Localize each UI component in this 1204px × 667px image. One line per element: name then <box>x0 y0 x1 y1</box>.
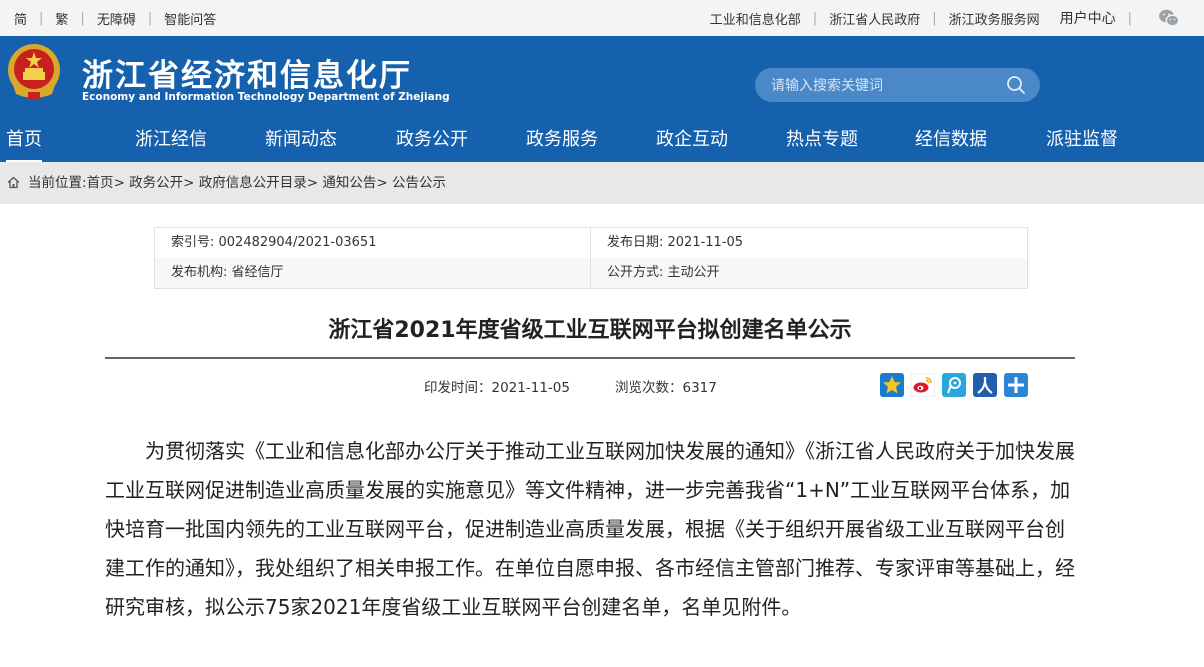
main-nav: 首页 浙江经信 新闻动态 政务公开 政务服务 政企互动 热点专题 经信数据 派驻… <box>0 124 1204 163</box>
breadcrumb-trail: 当前位置:首页> 政务公开> 政府信息公开目录> 通知公告> 公告公示 <box>28 175 446 191</box>
breadcrumb-info-catalog[interactable]: 政府信息公开目录 <box>199 175 307 191</box>
divider: | <box>147 10 153 26</box>
zj-government-link[interactable]: 浙江省人民政府 <box>829 9 920 28</box>
nav-news[interactable]: 新闻动态 <box>265 124 337 160</box>
nav-hot-topics[interactable]: 热点专题 <box>786 124 858 160</box>
site-title: 浙江省经济和信息化厅 <box>82 58 412 94</box>
article-title: 浙江省2021年度省级工业互联网平台拟创建名单公示 <box>328 318 852 343</box>
breadcrumb-prefix: 当前位置: <box>28 175 87 191</box>
meta-issuer: 发布机构: 省经信厅 <box>155 258 591 288</box>
top-left-links: 简 | 繁 | 无障碍 | 智能问答 <box>14 0 216 36</box>
breadcrumb-announcements[interactable]: 公告公示 <box>392 175 446 191</box>
view-count: 浏览次数：6317 <box>615 380 717 396</box>
search-box <box>755 68 1040 102</box>
breadcrumb: 当前位置:首页> 政务公开> 政府信息公开目录> 通知公告> 公告公示 <box>0 162 1204 204</box>
home-icon <box>7 176 20 189</box>
search-icon[interactable] <box>1006 75 1026 95</box>
national-emblem-logo[interactable] <box>6 42 62 102</box>
breadcrumb-home[interactable]: 首页 <box>87 175 114 191</box>
smart-qa-link[interactable]: 智能问答 <box>164 9 216 28</box>
divider: | <box>39 10 44 26</box>
nav-government-services[interactable]: 政务服务 <box>526 124 598 160</box>
breadcrumb-gov-disclosure[interactable]: 政务公开 <box>129 175 183 191</box>
site-header: 浙江省经济和信息化厅 Economy and Information Techn… <box>0 36 1204 124</box>
article-body: 为贯彻落实《工业和信息化部办公厅关于推动工业互联网加快发展的通知》《浙江省人民政… <box>105 439 1075 619</box>
meta-disclosure-method: 公开方式: 主动公开 <box>591 258 1027 288</box>
site-subtitle: Economy and Information Technology Depar… <box>82 91 450 103</box>
meta-publish-date: 发布日期: 2021-11-05 <box>607 235 744 250</box>
accessibility-link[interactable]: 无障碍 <box>97 9 136 28</box>
miit-link[interactable]: 工业和信息化部 <box>710 9 801 28</box>
issued-time: 印发时间：2021-11-05 <box>424 380 570 396</box>
meta-index-number: 索引号: 002482904/2021-03651 <box>155 228 591 258</box>
more-share-icon[interactable] <box>1004 373 1028 397</box>
zj-service-link[interactable]: 浙江政务服务网 <box>949 9 1040 28</box>
divider: | <box>932 10 937 26</box>
top-right-links: 工业和信息化部 | 浙江省人民政府 | 浙江政务服务网 用户中心 | <box>710 0 1180 36</box>
qzone-icon[interactable] <box>880 373 904 397</box>
renren-icon[interactable] <box>973 373 997 397</box>
title-divider <box>105 357 1075 359</box>
nav-home[interactable]: 首页 <box>6 124 42 163</box>
tencent-weibo-icon[interactable] <box>942 373 966 397</box>
nav-government-affairs-disclosure[interactable]: 政务公开 <box>396 124 468 160</box>
wechat-icon[interactable] <box>1158 8 1180 28</box>
divider: | <box>812 10 818 26</box>
nav-interaction[interactable]: 政企互动 <box>656 124 728 160</box>
traditional-chinese-link[interactable]: 繁 <box>55 9 68 28</box>
nav-supervision[interactable]: 派驻监督 <box>1046 124 1118 160</box>
divider: | <box>80 10 85 26</box>
nav-zhejiang-jingxin[interactable]: 浙江经信 <box>135 124 207 160</box>
top-utility-bar: 简 | 繁 | 无障碍 | 智能问答 工业和信息化部 | 浙江省人民政府 | 浙… <box>0 0 1204 36</box>
weibo-icon[interactable] <box>910 372 936 398</box>
simplified-chinese-link[interactable]: 简 <box>14 9 27 28</box>
nav-data[interactable]: 经信数据 <box>915 124 987 160</box>
user-center-link[interactable]: 用户中心 <box>1060 8 1116 28</box>
divider: | <box>1127 10 1132 26</box>
breadcrumb-notices[interactable]: 通知公告 <box>322 175 376 191</box>
search-input[interactable] <box>769 74 993 98</box>
document-meta-table: 索引号: 002482904/2021-03651 发布日期: 2021-11-… <box>154 227 1028 289</box>
